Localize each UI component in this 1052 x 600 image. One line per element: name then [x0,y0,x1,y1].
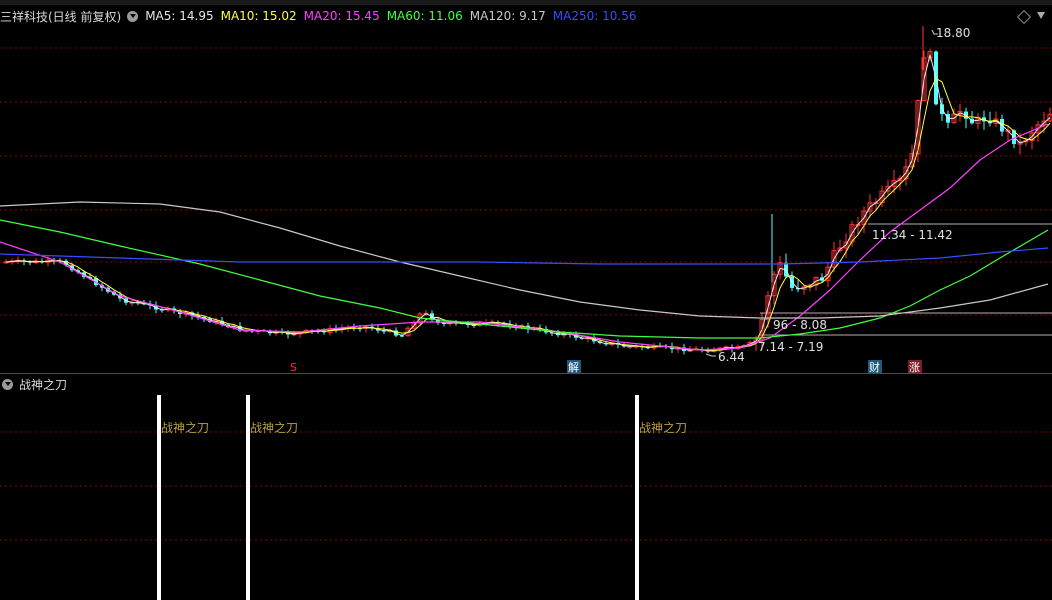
chevron-down-icon[interactable] [127,10,139,22]
ma10-label: MA10: 15.02 [220,9,297,23]
marker-s: S [290,361,297,374]
chevron-down-icon[interactable] [2,379,13,390]
ma250-label: MA250: 10.56 [552,9,637,23]
ma120-label: MA120: 9.17 [469,9,546,23]
indicator-legend: 战神之刀 [2,376,67,393]
low-price-label: 6.44 [718,350,745,364]
ma5-label: MA5: 14.95 [145,9,214,23]
indicator-title: 战神之刀 [19,378,68,392]
signal-label: 战神之刀 [161,421,209,435]
high-price-label: 18.80 [936,26,970,40]
event-markers: S 解 财 涨 [290,360,922,374]
ma5-line [5,54,1051,352]
signal-label: 战神之刀 [639,421,687,435]
marker-jie: 解 [568,360,579,374]
moving-average-lines [0,54,1051,352]
indicator-pane: 战神之刀 战神之刀 战神之刀 [157,395,687,600]
candlestick-series [3,26,1052,355]
range-label-2: 96 - 8.08 [773,318,827,332]
marker-cai: 财 [869,360,880,374]
range-label-3: 7.14 - 7.19 [758,340,823,354]
ma60-label: MA60: 11.06 [386,9,463,23]
marker-zhang: 涨 [909,361,920,374]
chart-canvas[interactable]: 18.80 6.44 11.34 - 11.42 96 - 8.08 7.14 … [0,0,1052,600]
signal-label: 战神之刀 [250,421,298,435]
ma20-label: MA20: 15.45 [303,9,380,23]
price-range-lines [705,29,1052,357]
range-label-1: 11.34 - 11.42 [872,228,953,242]
collapse-icon[interactable] [1037,12,1045,19]
stock-title: 三祥科技(日线 前复权) [0,9,122,24]
main-legend: 三祥科技(日线 前复权) MA5: 14.95 MA10: 15.02 MA20… [0,8,643,24]
